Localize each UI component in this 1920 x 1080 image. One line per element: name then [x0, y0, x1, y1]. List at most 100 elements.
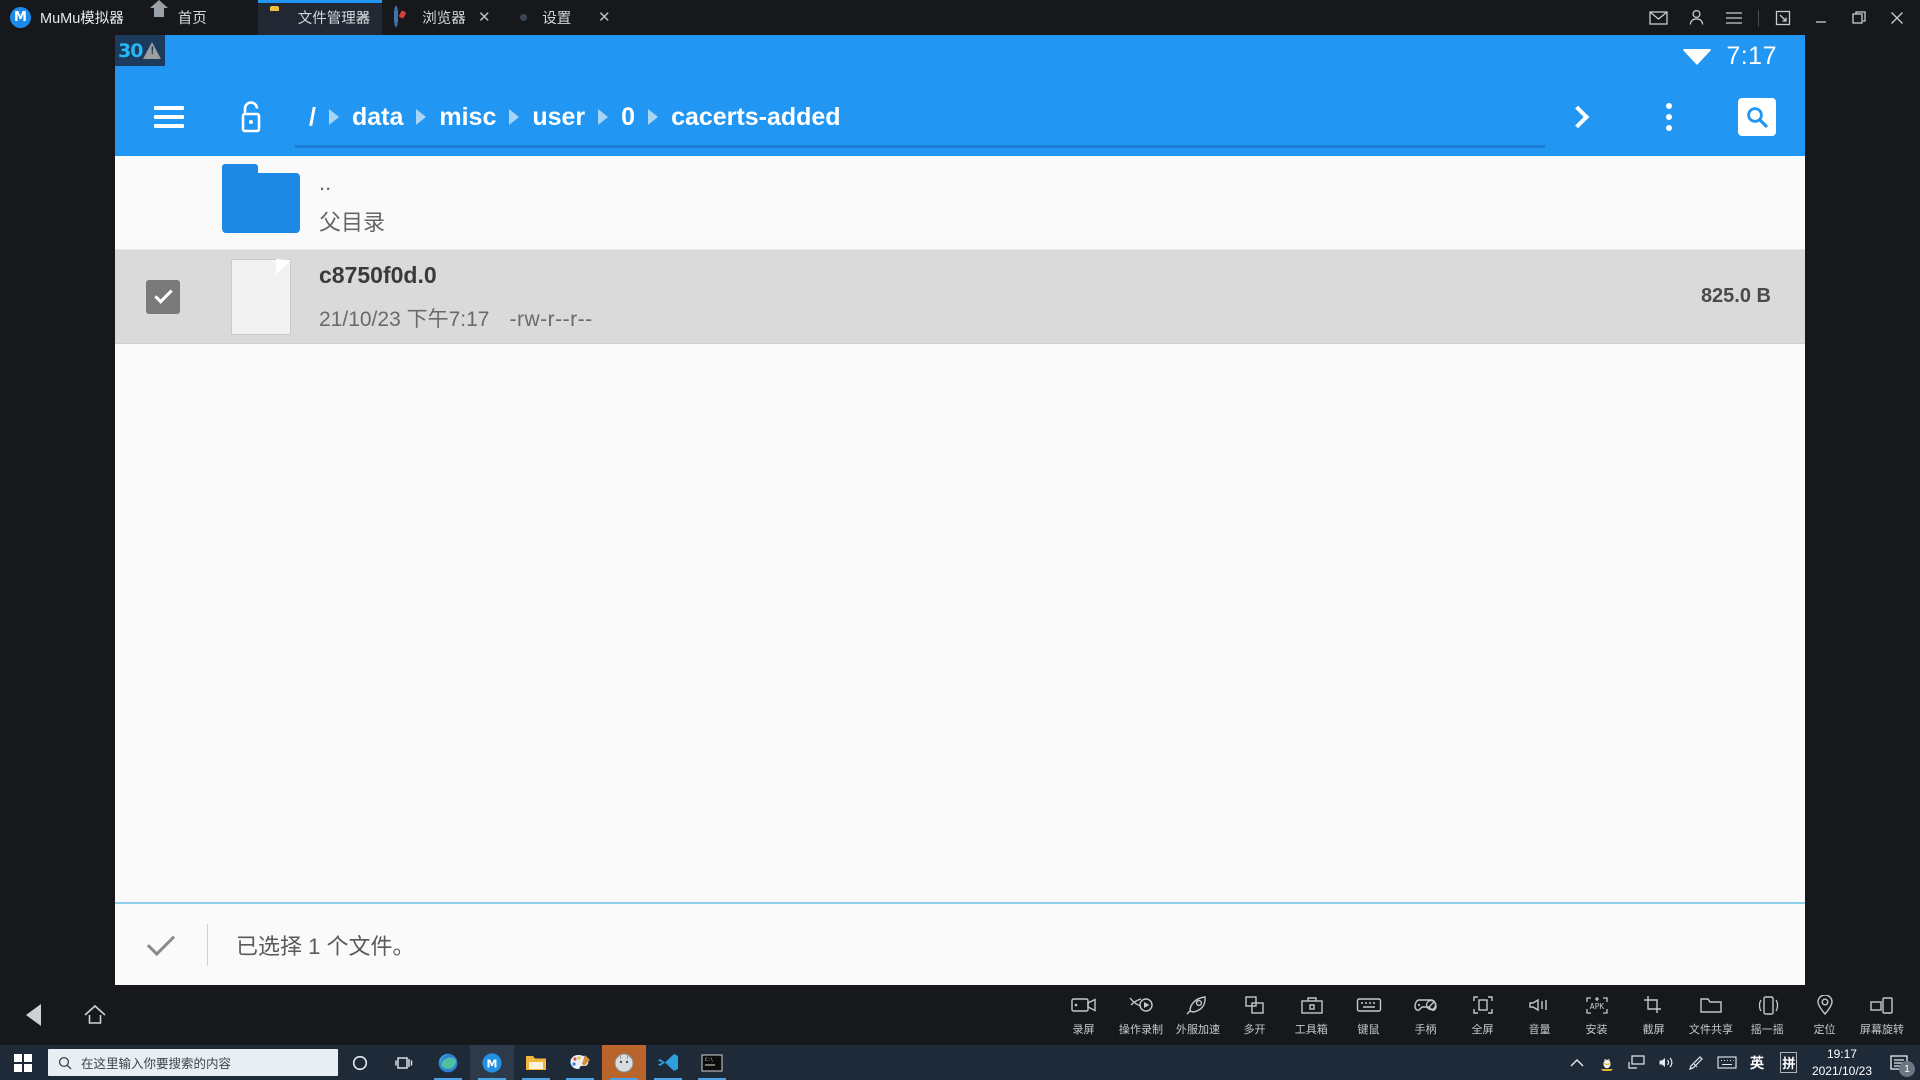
- network-icon[interactable]: [1622, 1045, 1652, 1080]
- file-name: c8750f0d.0: [319, 262, 437, 289]
- ime-mode-indicator[interactable]: 拼: [1772, 1045, 1806, 1080]
- menu-icon[interactable]: [1715, 0, 1753, 35]
- tab-settings[interactable]: 设置 ✕: [502, 0, 622, 35]
- selection-status-bar: 已选择 1 个文件。: [115, 902, 1805, 985]
- more-vertical-icon[interactable]: [1643, 91, 1695, 143]
- tool-rotate-screen[interactable]: 屏幕旋转: [1853, 993, 1910, 1037]
- status-text: 已选择 1 个文件。: [236, 933, 415, 959]
- tool-fullscreen[interactable]: 全屏: [1454, 993, 1511, 1037]
- tool-record-screen[interactable]: 录屏: [1055, 993, 1112, 1037]
- emulator-title-bar: M MuMu模拟器 首页 文件管理器 ✕ 浏览器 ✕ 设置 ✕: [0, 0, 1920, 35]
- tool-screenshot[interactable]: 截屏: [1625, 993, 1682, 1037]
- breadcrumb-item-user[interactable]: user: [522, 103, 595, 132]
- search-button[interactable]: [1731, 91, 1783, 143]
- tool-multi-instance[interactable]: 多开: [1226, 993, 1283, 1037]
- tool-label: 音量: [1528, 1024, 1551, 1036]
- tool-volume[interactable]: 音量: [1511, 993, 1568, 1037]
- volume-icon[interactable]: [1652, 1045, 1682, 1080]
- checkbox-checked-icon[interactable]: [146, 279, 180, 314]
- back-button[interactable]: [26, 1004, 41, 1026]
- tool-label: 定位: [1813, 1024, 1836, 1036]
- mumu-icon[interactable]: M: [470, 1045, 514, 1080]
- search-input[interactable]: 在这里输入你要搜索的内容: [48, 1049, 338, 1076]
- breadcrumb-separator-icon: [328, 109, 339, 125]
- tool-toolbox[interactable]: 工具箱: [1283, 993, 1340, 1037]
- restore-window-icon[interactable]: [1764, 0, 1802, 35]
- file-permissions: -rw-r--r--: [509, 307, 593, 331]
- folder-icon: [211, 163, 311, 233]
- install-apk-icon: APK: [1584, 993, 1610, 1017]
- breadcrumb-item-misc[interactable]: misc: [429, 103, 506, 132]
- mumu-logo-icon: M: [10, 7, 31, 28]
- breadcrumb-separator-icon: [509, 109, 520, 125]
- tab-file-manager[interactable]: 文件管理器 ✕: [257, 0, 383, 35]
- maximize-icon[interactable]: [1840, 0, 1878, 35]
- tool-label: 录屏: [1072, 1024, 1095, 1036]
- account-icon[interactable]: [1677, 0, 1715, 35]
- pen-icon[interactable]: [1682, 1045, 1712, 1080]
- tool-gamepad[interactable]: 手柄: [1397, 993, 1454, 1037]
- list-item[interactable]: .. 父目录: [115, 156, 1805, 250]
- windows-taskbar: 在这里输入你要搜索的内容 M C:\ 英 拼 19:17 2021/10/23 …: [0, 1045, 1920, 1080]
- tool-macro-record[interactable]: 操作录制: [1112, 993, 1169, 1037]
- edge-icon[interactable]: [426, 1045, 470, 1080]
- close-window-icon[interactable]: [1878, 0, 1916, 35]
- tab-home-label: 首页: [177, 11, 207, 27]
- compass-icon: [394, 6, 413, 27]
- tool-label: 操作录制: [1118, 1024, 1163, 1036]
- tool-location[interactable]: 定位: [1796, 993, 1853, 1037]
- android-nav-buttons: [0, 1004, 106, 1026]
- tool-shake[interactable]: 摇一摇: [1739, 993, 1796, 1037]
- terminal-icon[interactable]: C:\: [690, 1045, 734, 1080]
- mail-icon[interactable]: [1639, 0, 1677, 35]
- table-row[interactable]: c8750f0d.0 21/10/23 下午7:17 -rw-r--r-- 825…: [115, 250, 1805, 344]
- tab-home[interactable]: 首页: [138, 0, 258, 35]
- check-icon[interactable]: [115, 927, 207, 956]
- tool-label: 外服加速: [1175, 1024, 1220, 1036]
- ime-language-indicator[interactable]: 英: [1742, 1045, 1772, 1080]
- taskbar-clock[interactable]: 19:17 2021/10/23: [1806, 1046, 1882, 1078]
- vscode-icon[interactable]: [646, 1045, 690, 1080]
- paint-icon[interactable]: [558, 1045, 602, 1080]
- home-button[interactable]: [83, 1004, 106, 1026]
- tool-label: 截屏: [1642, 1024, 1665, 1036]
- chevron-up-icon[interactable]: [1562, 1045, 1592, 1080]
- keyboard-icon[interactable]: [1712, 1045, 1742, 1080]
- row-text: .. 父目录: [311, 168, 1771, 238]
- hamburger-menu-button[interactable]: [143, 91, 195, 143]
- breadcrumb-item-root[interactable]: /: [299, 103, 326, 132]
- toolbox-icon: [1300, 993, 1324, 1017]
- cortana-icon[interactable]: [338, 1045, 382, 1080]
- tab-browser-close-icon[interactable]: ✕: [476, 10, 492, 26]
- window-controls: [1639, 0, 1920, 35]
- folder-icon: [270, 8, 289, 27]
- tab-browser[interactable]: 浏览器 ✕: [382, 0, 502, 35]
- file-explorer-icon[interactable]: [514, 1045, 558, 1080]
- minimize-icon[interactable]: [1802, 0, 1840, 35]
- chevron-right-icon[interactable]: [1555, 91, 1607, 143]
- breadcrumb-item-data[interactable]: data: [342, 103, 413, 132]
- tool-keyboard-mouse[interactable]: 键鼠: [1340, 993, 1397, 1037]
- notification-center-button[interactable]: 1: [1882, 1045, 1916, 1080]
- breadcrumb-item-0[interactable]: 0: [611, 103, 645, 132]
- breadcrumb-item-cacerts-added[interactable]: cacerts-added: [661, 103, 851, 132]
- divider: [207, 923, 208, 966]
- file-list: .. 父目录 c8750f0d.0 21/10/23 下午7:17 -rw-r--…: [115, 156, 1805, 916]
- app-orange-icon[interactable]: [602, 1045, 646, 1080]
- tool-accelerate[interactable]: 外服加速: [1169, 993, 1226, 1037]
- tool-label: 摇一摇: [1750, 1024, 1785, 1036]
- tool-install-apk[interactable]: APK 安装: [1568, 993, 1625, 1037]
- tab-file-manager-close-icon[interactable]: ✕: [356, 10, 372, 26]
- task-view-icon[interactable]: [382, 1045, 426, 1080]
- app-name: MuMu模拟器: [40, 11, 124, 27]
- tab-settings-close-icon[interactable]: ✕: [596, 10, 612, 26]
- windows-start-icon[interactable]: [0, 1045, 46, 1080]
- qq-icon[interactable]: [1592, 1045, 1622, 1080]
- fps-overlay: 30: [115, 35, 165, 66]
- tool-file-share[interactable]: 文件共享: [1682, 993, 1739, 1037]
- status-bar-right: 7:17: [1682, 42, 1805, 71]
- row-checkbox[interactable]: [115, 279, 211, 314]
- unlock-icon[interactable]: [225, 91, 277, 143]
- svg-text:APK: APK: [1589, 1002, 1604, 1011]
- svg-text:M: M: [487, 1057, 498, 1070]
